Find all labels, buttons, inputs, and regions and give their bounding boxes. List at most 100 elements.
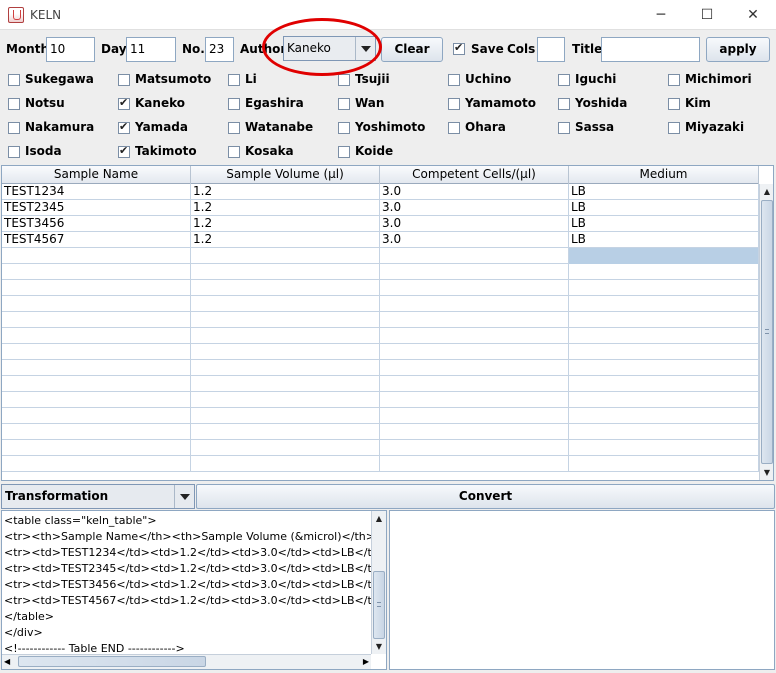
table-cell[interactable] bbox=[569, 248, 759, 264]
table-cell[interactable] bbox=[380, 296, 569, 312]
minimize-icon[interactable]: ─ bbox=[638, 0, 684, 30]
table-row[interactable] bbox=[2, 328, 759, 344]
table-cell[interactable] bbox=[2, 360, 191, 376]
table-cell[interactable]: 1.2 bbox=[191, 200, 380, 216]
author-checkbox[interactable] bbox=[8, 74, 20, 86]
table-cell[interactable] bbox=[569, 280, 759, 296]
table-cell[interactable] bbox=[569, 392, 759, 408]
scroll-thumb[interactable] bbox=[18, 656, 206, 667]
table-cell[interactable]: LB bbox=[569, 200, 759, 216]
table-row[interactable] bbox=[2, 376, 759, 392]
chevron-down-icon[interactable] bbox=[355, 37, 375, 60]
table-row[interactable] bbox=[2, 424, 759, 440]
table-cell[interactable] bbox=[191, 392, 380, 408]
table-row[interactable] bbox=[2, 312, 759, 328]
table-cell[interactable] bbox=[2, 392, 191, 408]
table-cell[interactable] bbox=[191, 376, 380, 392]
table-row[interactable] bbox=[2, 280, 759, 296]
title-input[interactable] bbox=[601, 37, 700, 62]
table-cell[interactable] bbox=[191, 456, 380, 472]
author-checkbox[interactable] bbox=[668, 74, 680, 86]
cols-input[interactable] bbox=[537, 37, 565, 62]
table-cell[interactable]: 1.2 bbox=[191, 184, 380, 200]
table-cell[interactable] bbox=[2, 376, 191, 392]
table-row[interactable] bbox=[2, 296, 759, 312]
table-cell[interactable] bbox=[191, 344, 380, 360]
author-checkbox[interactable] bbox=[668, 98, 680, 110]
table-cell[interactable]: TEST2345 bbox=[2, 200, 191, 216]
table-row[interactable] bbox=[2, 456, 759, 472]
table-row[interactable] bbox=[2, 248, 759, 264]
table-cell[interactable] bbox=[191, 440, 380, 456]
table-cell[interactable] bbox=[191, 424, 380, 440]
table-cell[interactable] bbox=[2, 440, 191, 456]
maximize-icon[interactable]: ☐ bbox=[684, 0, 730, 30]
author-checkbox[interactable] bbox=[668, 122, 680, 134]
table-row[interactable] bbox=[2, 264, 759, 280]
table-row[interactable]: TEST2345 1.2 3.0 LB bbox=[2, 200, 759, 216]
scroll-thumb[interactable] bbox=[761, 200, 773, 464]
author-checkbox[interactable] bbox=[118, 74, 130, 86]
author-checkbox[interactable] bbox=[448, 122, 460, 134]
table-cell[interactable]: TEST4567 bbox=[2, 232, 191, 248]
code-vertical-scrollbar[interactable]: ▲ ▼ bbox=[371, 511, 386, 654]
table-cell[interactable] bbox=[569, 312, 759, 328]
table-cell[interactable] bbox=[380, 440, 569, 456]
author-dropdown[interactable]: Kaneko bbox=[283, 36, 376, 61]
author-checkbox[interactable] bbox=[558, 74, 570, 86]
table-cell[interactable]: LB bbox=[569, 184, 759, 200]
code-horizontal-scrollbar[interactable]: ◀ ▶ bbox=[2, 654, 371, 669]
table-cell[interactable] bbox=[380, 360, 569, 376]
table-cell[interactable] bbox=[569, 408, 759, 424]
table-cell[interactable] bbox=[2, 280, 191, 296]
author-checkbox[interactable] bbox=[118, 96, 130, 110]
table-cell[interactable] bbox=[191, 296, 380, 312]
table-cell[interactable] bbox=[2, 296, 191, 312]
table-cell[interactable] bbox=[2, 424, 191, 440]
month-input[interactable]: 10 bbox=[46, 37, 95, 62]
table-cell[interactable]: TEST3456 bbox=[2, 216, 191, 232]
table-cell[interactable] bbox=[2, 344, 191, 360]
scroll-down-icon[interactable]: ▼ bbox=[372, 639, 386, 654]
author-checkbox[interactable] bbox=[558, 122, 570, 134]
scroll-thumb[interactable] bbox=[373, 571, 385, 639]
save-checkbox[interactable] bbox=[453, 41, 465, 55]
table-cell[interactable] bbox=[380, 280, 569, 296]
table-row[interactable]: TEST4567 1.2 3.0 LB bbox=[2, 232, 759, 248]
table-row[interactable] bbox=[2, 392, 759, 408]
column-header-competent-cells[interactable]: Competent Cells/(µl) bbox=[380, 166, 569, 184]
author-checkbox[interactable] bbox=[228, 122, 240, 134]
converted-output-area[interactable] bbox=[389, 510, 775, 670]
table-cell[interactable] bbox=[569, 328, 759, 344]
table-cell[interactable] bbox=[569, 440, 759, 456]
table-cell[interactable]: TEST1234 bbox=[2, 184, 191, 200]
scroll-right-icon[interactable]: ▶ bbox=[363, 655, 369, 669]
author-checkbox[interactable] bbox=[118, 144, 130, 158]
scroll-up-icon[interactable]: ▲ bbox=[760, 184, 773, 199]
table-cell[interactable]: 1.2 bbox=[191, 216, 380, 232]
no-input[interactable]: 23 bbox=[205, 37, 234, 62]
author-checkbox[interactable] bbox=[8, 122, 20, 134]
html-output-textarea[interactable]: <table class="keln_table"> <tr><th>Sample… bbox=[1, 510, 387, 670]
scroll-down-icon[interactable]: ▼ bbox=[760, 465, 773, 480]
scroll-up-icon[interactable]: ▲ bbox=[372, 511, 386, 526]
table-cell[interactable]: 3.0 bbox=[380, 200, 569, 216]
table-cell[interactable] bbox=[569, 424, 759, 440]
column-header-medium[interactable]: Medium bbox=[569, 166, 759, 184]
author-checkbox[interactable] bbox=[8, 98, 20, 110]
table-cell[interactable] bbox=[380, 344, 569, 360]
table-row[interactable]: TEST1234 1.2 3.0 LB bbox=[2, 184, 759, 200]
table-cell[interactable] bbox=[191, 280, 380, 296]
transformation-dropdown[interactable]: Transformation bbox=[1, 484, 195, 509]
author-checkbox[interactable] bbox=[558, 98, 570, 110]
table-cell[interactable] bbox=[2, 408, 191, 424]
table-cell[interactable] bbox=[380, 264, 569, 280]
table-cell[interactable]: LB bbox=[569, 216, 759, 232]
table-cell[interactable]: 3.0 bbox=[380, 232, 569, 248]
table-row[interactable] bbox=[2, 360, 759, 376]
table-cell[interactable]: 3.0 bbox=[380, 216, 569, 232]
table-cell[interactable]: 1.2 bbox=[191, 232, 380, 248]
table-cell[interactable] bbox=[380, 424, 569, 440]
author-checkbox[interactable] bbox=[228, 74, 240, 86]
table-cell[interactable] bbox=[191, 408, 380, 424]
